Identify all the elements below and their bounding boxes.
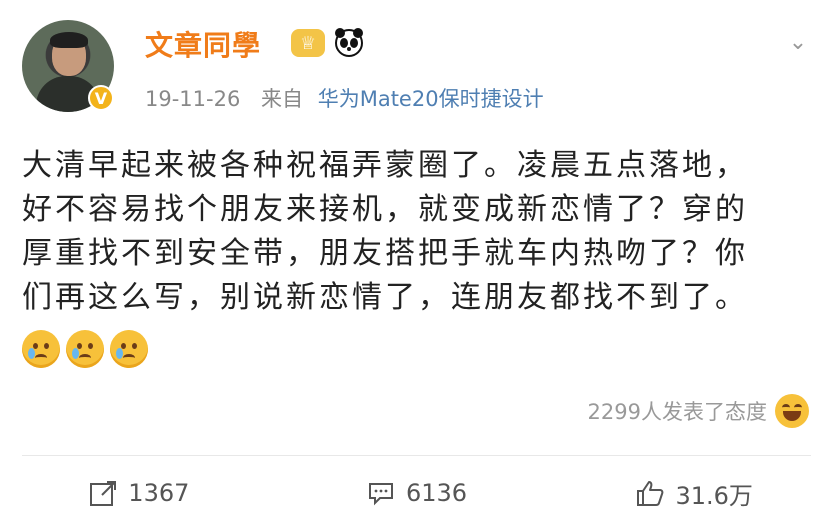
repost-icon [90,481,117,506]
post-content: 大清早起来被各种祝福弄蒙圈了。凌晨五点落地， 好不容易找个朋友来接机，就变成新恋… [22,144,812,320]
comment-count: 6136 [405,479,468,507]
post-line: 大清早起来被各种祝福弄蒙圈了。凌晨五点落地， [22,148,748,183]
like-count: 31.6万 [675,481,753,510]
like-button[interactable]: 31.6万 [555,468,833,518]
comment-icon [368,483,393,506]
verified-badge-icon: V [88,85,114,111]
reaction-count-text: 2299人发表了态度 [587,400,767,424]
crying-face-icon [22,330,60,368]
post-line: 厚重找不到安全带，朋友搭把手就车内热吻了？你 [22,236,748,271]
thumbs-up-icon [637,481,664,506]
divider [22,455,811,456]
post-line: 们再这么写，别说新恋情了，连朋友都找不到了。 [22,280,748,315]
user-name[interactable]: 文章同學 [145,24,261,64]
from-label: 来自 [261,87,304,111]
crying-face-icon [66,330,104,368]
device-link[interactable]: 华为Mate20保时捷设计 [318,87,544,111]
panda-badge-icon[interactable] [332,26,366,58]
crying-face-icon [110,330,148,368]
repost-button[interactable]: 1367 [0,468,278,518]
post-date: 19-11-26 [145,87,241,111]
avatar-hair [50,32,88,48]
emoji-row [22,330,148,368]
post-meta: 19-11-26 来自 华为Mate20保时捷设计 [145,83,544,113]
comment-button[interactable]: 6136 [278,468,556,518]
chevron-down-icon[interactable]: ⌄ [781,30,815,55]
smile-face-icon[interactable] [775,394,809,428]
action-bar: 1367 6136 31.6万 [0,468,833,518]
crown-badge-icon[interactable]: ♕ [291,29,325,57]
reaction-summary[interactable]: 2299人发表了态度 [588,394,809,428]
post-line: 好不容易找个朋友来接机，就变成新恋情了？穿的 [22,192,748,227]
repost-count: 1367 [128,479,190,507]
